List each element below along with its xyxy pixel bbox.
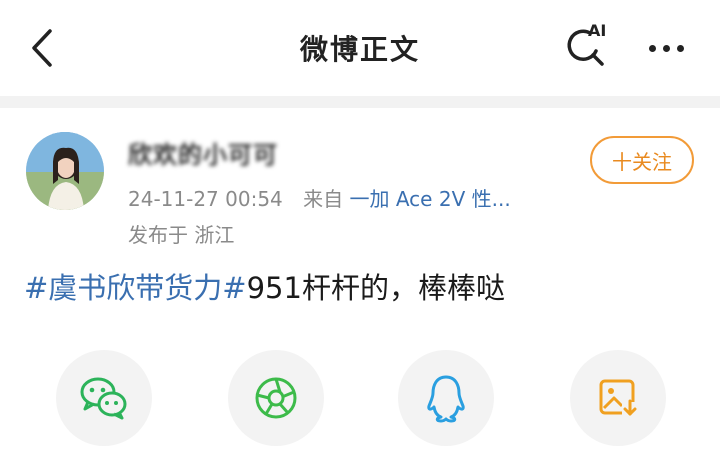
moments-icon bbox=[255, 377, 297, 419]
more-dot bbox=[676, 44, 684, 52]
wechat-icon bbox=[80, 377, 127, 420]
source-prefix: 来自 bbox=[303, 187, 344, 211]
share-qq-button[interactable] bbox=[398, 350, 494, 446]
share-moments-button[interactable] bbox=[228, 350, 324, 446]
author-avatar[interactable] bbox=[26, 132, 104, 210]
qq-icon bbox=[427, 375, 465, 423]
follow-button[interactable]: 十关注 bbox=[590, 136, 694, 184]
more-dot bbox=[648, 44, 656, 52]
post-meta: 24-11-27 00:54 来自 一加 Ace 2V 性... bbox=[128, 183, 511, 212]
avatar-image bbox=[26, 132, 104, 210]
ai-label: AI bbox=[588, 21, 607, 40]
post-topic-link[interactable]: #虞书欣带货力# bbox=[24, 271, 247, 305]
top-bar: 微博正文 AI bbox=[0, 0, 720, 96]
share-save-image-button[interactable] bbox=[570, 350, 666, 446]
more-dot bbox=[662, 44, 670, 52]
save-image-icon bbox=[599, 379, 638, 418]
post-timestamp: 24-11-27 00:54 bbox=[128, 187, 283, 211]
post-device[interactable]: 一加 Ace 2V 性... bbox=[350, 187, 511, 211]
post-body-text: 951杆杆的，棒棒哒 bbox=[246, 271, 505, 305]
author-name[interactable]: 欣欢的小可可 bbox=[128, 135, 278, 170]
post-content: #虞书欣带货力#951杆杆的，棒棒哒 bbox=[24, 265, 505, 307]
share-wechat-button[interactable] bbox=[56, 350, 152, 446]
post-location: 发布于 浙江 bbox=[128, 223, 235, 247]
section-divider bbox=[0, 96, 720, 108]
more-options-button[interactable] bbox=[636, 30, 696, 66]
